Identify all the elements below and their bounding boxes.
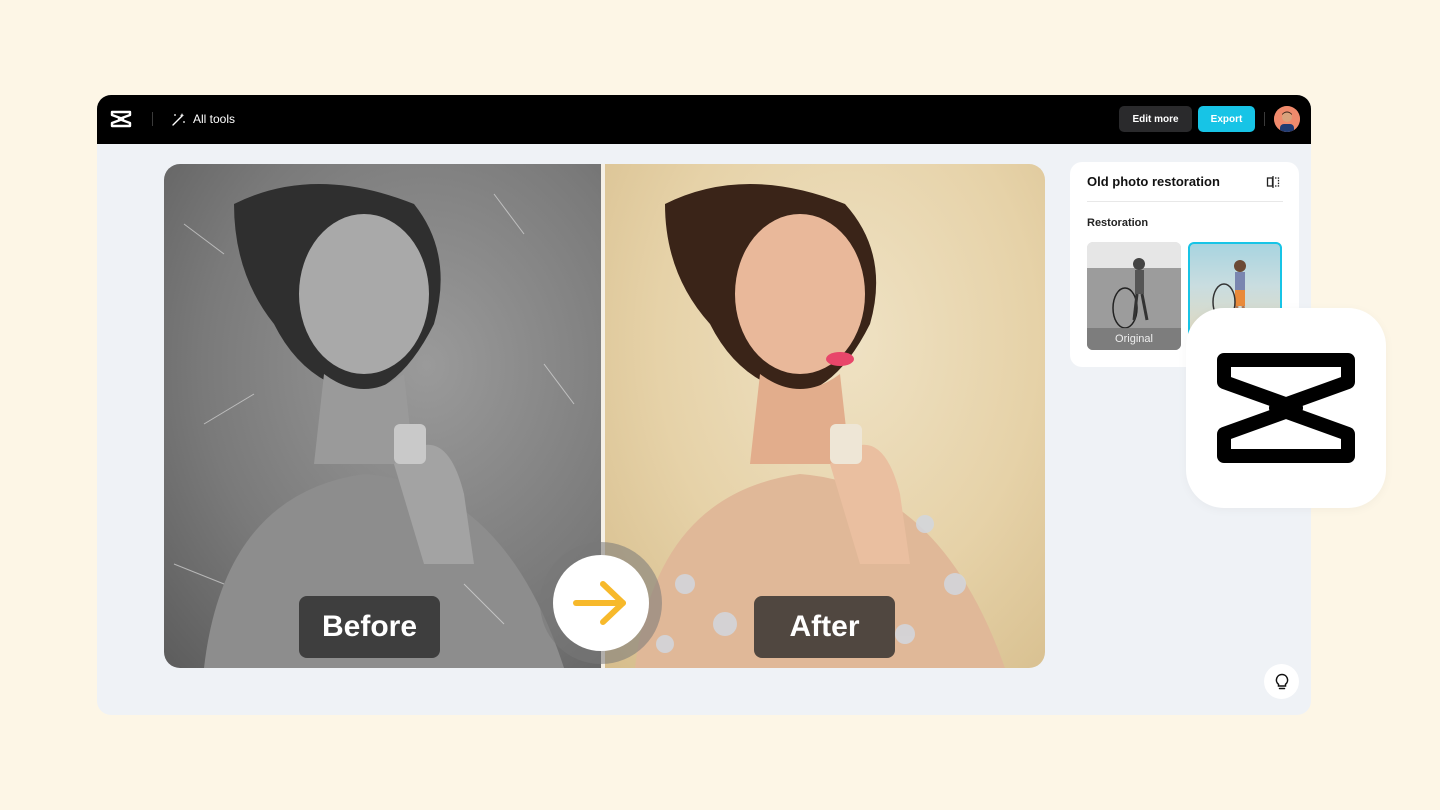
export-button[interactable]: Export [1198,106,1255,132]
capcut-logo-icon [1217,353,1355,463]
avatar[interactable] [1274,106,1300,132]
before-after-comparison: Before After [164,164,1045,668]
edit-more-button[interactable]: Edit more [1119,106,1192,132]
tips-button[interactable] [1264,664,1299,699]
lightbulb-icon [1275,673,1288,689]
capcut-logo-icon[interactable] [110,109,132,129]
compare-icon[interactable] [1266,175,1280,189]
all-tools-button[interactable]: All tools [171,110,235,128]
capcut-app-badge [1186,308,1386,508]
original-thumbnail[interactable]: Original [1087,242,1181,350]
panel-title: Old photo restoration [1087,174,1220,189]
all-tools-label: All tools [193,112,236,126]
top-bar: All tools Edit more Export [97,95,1311,144]
after-photo [605,164,1045,668]
divider [1087,201,1283,202]
separator [1264,112,1265,126]
arrow-button [553,555,649,651]
original-caption: Original [1087,328,1181,350]
app-window: All tools Edit more Export Before After … [97,95,1311,715]
after-label: After [754,596,895,658]
before-photo [164,164,601,668]
magic-wand-icon [172,112,185,126]
separator [152,112,153,126]
arrow-right-icon [573,581,626,625]
before-label: Before [299,596,440,658]
section-label: Restoration [1087,217,1149,229]
